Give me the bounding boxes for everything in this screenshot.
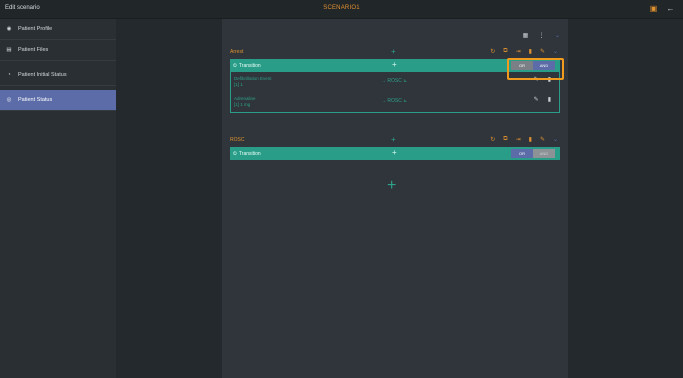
- top-bar: Edit scenario SCENARIO1 ▣ ←: [0, 0, 683, 19]
- block-title: ROSC: [230, 137, 245, 143]
- and-button[interactable]: AND: [533, 149, 555, 158]
- scenario-name: SCENARIO1: [323, 5, 360, 11]
- patient-status-icon: ◎: [6, 97, 12, 103]
- chevron-down-icon[interactable]: ⌄: [553, 32, 562, 41]
- transition-label: Transition: [238, 150, 261, 157]
- edit-icon[interactable]: ✎: [540, 48, 545, 55]
- chevron-down-icon[interactable]: ⌄: [553, 48, 558, 55]
- back-arrow-icon[interactable]: ←: [666, 4, 675, 13]
- profile-icon: ◉: [6, 26, 12, 32]
- delete-icon[interactable]: ▮: [548, 97, 551, 103]
- or-button[interactable]: OR: [511, 149, 533, 158]
- status-block-rosc: ROSC + ↻ ⧉ ⇥ ▮ ✎ ⌄ ⏲ Transition + OR AND: [230, 133, 560, 160]
- refresh-icon[interactable]: ↻: [490, 48, 495, 55]
- sidebar-item-label: Patient Files: [18, 47, 49, 53]
- grid-icon[interactable]: ▦: [521, 32, 530, 41]
- transition-bar: ⏲ Transition + OR AND: [230, 147, 560, 160]
- add-icon[interactable]: +: [391, 47, 396, 56]
- sidebar: ◉ Patient Profile ▤ Patient Files ◔ Pati…: [0, 19, 116, 378]
- edit-icon[interactable]: ✎: [540, 136, 545, 143]
- condition-target: → ROSC ⊾: [381, 78, 408, 84]
- sidebar-item-patient-profile[interactable]: ◉ Patient Profile: [0, 19, 116, 40]
- sidebar-item-patient-status[interactable]: ◎ Patient Status: [0, 90, 116, 111]
- transition-label: Transition: [238, 62, 261, 69]
- condition-row: Adrenaline [1] 1 mg → ROSC ⊾ ✎ ▮: [231, 92, 559, 112]
- save-icon[interactable]: ▣: [649, 4, 658, 13]
- sidebar-item-label: Patient Profile: [18, 26, 53, 32]
- right-panel: [568, 19, 683, 378]
- refresh-icon[interactable]: ↻: [490, 136, 495, 143]
- link-icon[interactable]: ⇥: [516, 136, 521, 143]
- delete-icon[interactable]: ▮: [529, 48, 532, 55]
- transition-icon: ⏲: [233, 62, 237, 69]
- add-condition-icon[interactable]: +: [392, 60, 397, 69]
- add-condition-icon[interactable]: +: [392, 148, 397, 157]
- transition-icon: ⏲: [233, 150, 237, 157]
- condition-target: → ROSC ⊾: [381, 98, 408, 104]
- status-icon: ◔: [7, 72, 11, 78]
- condition-target-label: ROSC: [387, 78, 402, 84]
- condition-target-label: ROSC: [387, 98, 402, 104]
- sidebar-item-label: Patient Status: [18, 97, 53, 103]
- delete-icon[interactable]: ▮: [529, 136, 532, 143]
- more-vertical-icon[interactable]: ⋮: [537, 32, 546, 41]
- block-title: Arrest: [230, 49, 244, 55]
- add-icon[interactable]: +: [391, 135, 396, 144]
- add-status-icon[interactable]: +: [387, 177, 396, 195]
- edit-icon[interactable]: ✎: [534, 97, 539, 103]
- file-icon: ▤: [6, 47, 12, 53]
- left-panel: [116, 19, 222, 378]
- sidebar-item-patient-initial-status[interactable]: ◔ Patient Initial Status: [0, 65, 116, 86]
- link-icon[interactable]: ⇥: [516, 48, 521, 55]
- sidebar-item-patient-files[interactable]: ▤ Patient Files: [0, 40, 116, 61]
- highlight-box: [507, 58, 564, 80]
- chevron-down-icon[interactable]: ⌄: [553, 136, 558, 143]
- copy-icon[interactable]: ⧉: [503, 48, 507, 55]
- copy-icon[interactable]: ⧉: [503, 136, 507, 143]
- sidebar-item-label: Patient Initial Status: [18, 72, 67, 78]
